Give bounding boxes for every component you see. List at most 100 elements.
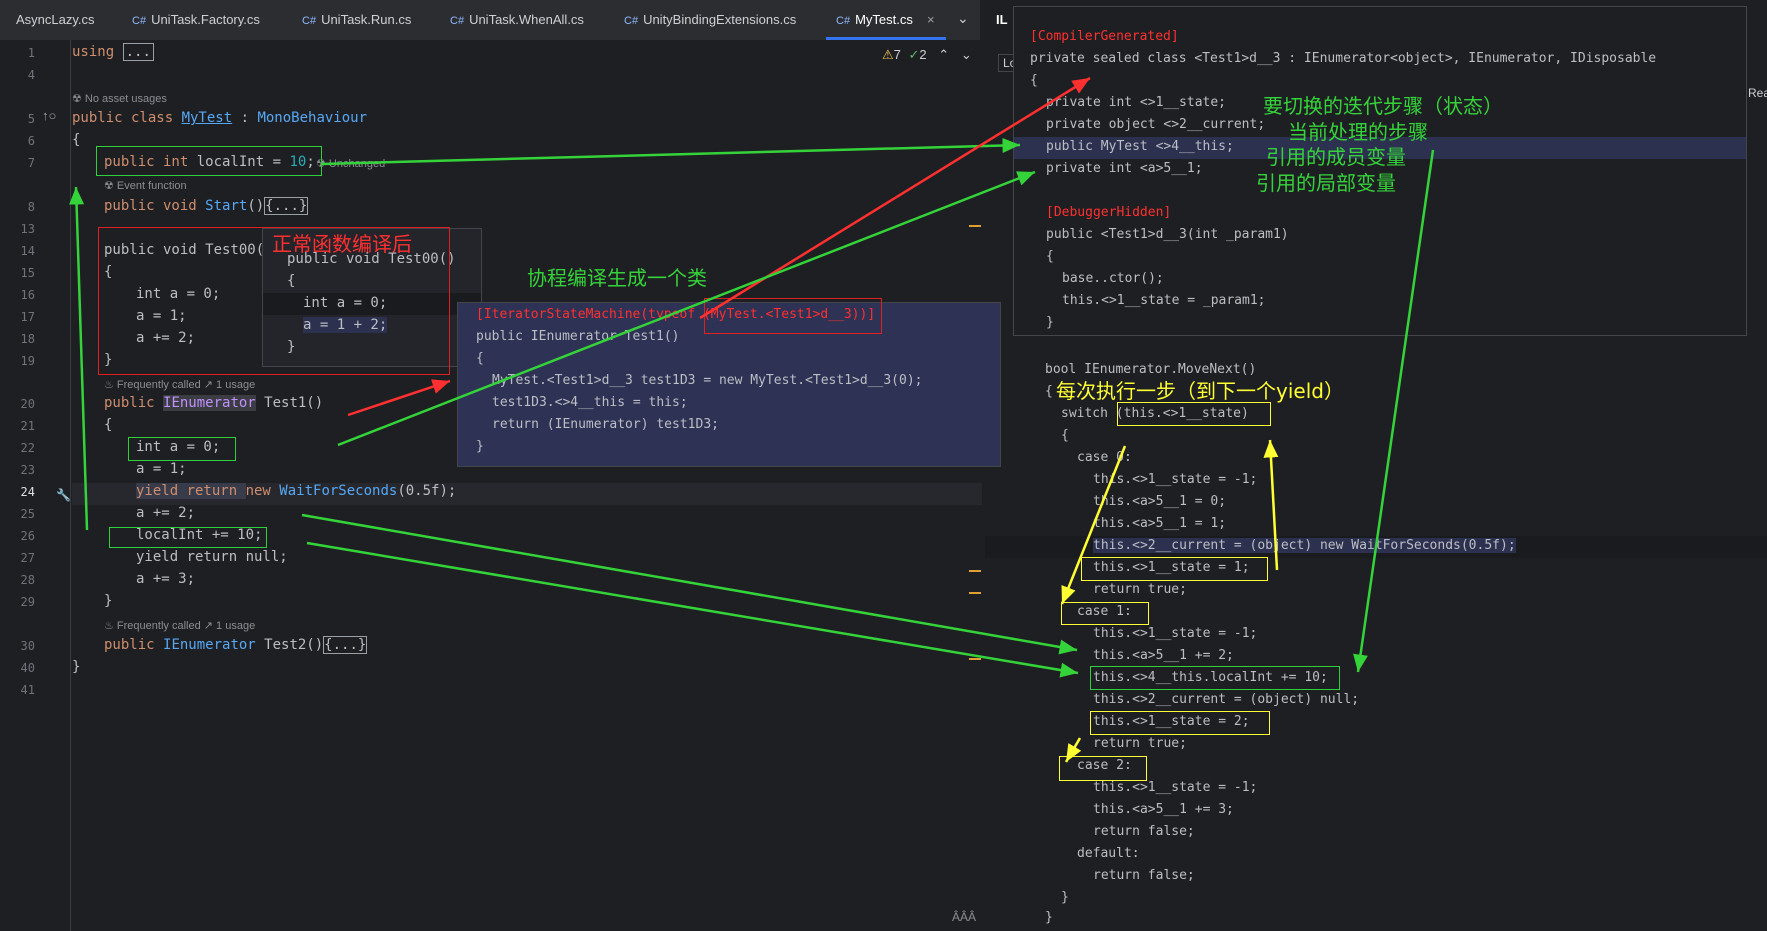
hint-text: No asset usages: [84, 93, 167, 105]
fold-marker[interactable]: ...: [122, 43, 154, 61]
gutter-divider: [70, 40, 71, 931]
tab-label: AsyncLazy.cs: [16, 12, 95, 27]
scroll-marker[interactable]: [969, 570, 981, 572]
il-line: this.<>1__state = -1;: [1093, 780, 1258, 795]
il-line: this.<a>5__1 += 3;: [1093, 802, 1234, 817]
line-number: 6: [27, 134, 35, 148]
code-hint: ♨ Frequently called ↗ 1 usage: [104, 378, 255, 391]
inspection-status[interactable]: ⚠7 ✓2 ⌃ ⌄: [882, 47, 972, 63]
il-line: public <Test1>d__3(int _param1): [1046, 227, 1289, 242]
line-number: 24: [20, 485, 35, 499]
method-name: Start: [205, 198, 248, 214]
wrench-icon[interactable]: 🔧: [56, 488, 71, 502]
hint-text[interactable]: 1 usage: [216, 379, 255, 391]
hint-text: Frequently called: [116, 379, 201, 391]
il-line: [CompilerGenerated]: [1030, 29, 1179, 44]
code-line-25: a += 2;: [136, 505, 196, 521]
tab-label: UniTask.Factory.cs: [151, 12, 260, 27]
highlight-box-case1: [1061, 602, 1149, 625]
il-line: public MyTest <>4__this;: [1046, 139, 1234, 154]
flame-icon: ♨: [104, 379, 117, 391]
arrow-localint-to-il: [306, 541, 1079, 678]
tab-label: UniTask.WhenAll.cs: [469, 12, 584, 27]
tab-label: UnityBindingExtensions.cs: [643, 12, 797, 27]
csharp-file-icon: C#: [302, 15, 317, 27]
il-line: {: [1045, 384, 1053, 399]
popup-line: MyTest.<Test1>d__3 test1D3 = new MyTest.…: [492, 373, 923, 388]
popup-line: test1D3.<>4__this = this;: [492, 395, 688, 410]
tab-mytest[interactable]: C# MyTest.cs: [836, 12, 913, 27]
arrow-localint-up: [69, 186, 89, 531]
line-number: 25: [20, 507, 35, 521]
keyword: public: [104, 395, 164, 411]
warning-count: 7: [893, 47, 901, 62]
tab-unitask-run[interactable]: C# UniTask.Run.cs: [302, 12, 411, 27]
scroll-marker[interactable]: [969, 592, 981, 594]
code-line-5: public class MyTest : MonoBehaviour: [72, 110, 367, 126]
type-name: WaitForSeconds: [279, 483, 398, 499]
implement-marker-icon[interactable]: ↑○: [42, 108, 56, 123]
type-name: IEnumerator: [163, 395, 256, 411]
il-line: return false;: [1093, 824, 1195, 839]
tab-label: UniTask.Run.cs: [321, 12, 412, 27]
active-tab-indicator: [826, 37, 946, 40]
check-count: 2: [919, 47, 927, 62]
line-number: 28: [20, 573, 35, 587]
csharp-file-icon: C#: [836, 15, 851, 27]
il-line: private int <>1__state;: [1046, 95, 1227, 110]
close-tab-icon[interactable]: ×: [927, 12, 935, 27]
il-line: return true;: [1093, 736, 1187, 751]
tab-unity-binding-extensions[interactable]: C# UnityBindingExtensions.cs: [624, 12, 796, 27]
fold-marker[interactable]: {...}: [264, 197, 309, 215]
arrow-localint-to-this: [321, 137, 1021, 166]
keyword: public: [104, 637, 164, 653]
line-number: 29: [20, 595, 35, 609]
line-number: 15: [20, 266, 35, 280]
line-number: 19: [20, 354, 35, 368]
tab-unitask-factory[interactable]: C# UniTask.Factory.cs: [132, 12, 260, 27]
code-line-20: public IEnumerator Test1(): [104, 395, 323, 411]
scroll-marker[interactable]: [969, 225, 981, 227]
reader-mode-icon[interactable]: ÂÂÂ: [952, 910, 976, 924]
line-number: 17: [20, 310, 35, 324]
keyword: new: [245, 483, 280, 499]
highlight-box-switch: [1117, 402, 1271, 426]
chevron-down-icon[interactable]: ⌄: [961, 47, 972, 62]
chevron-down-icon[interactable]: ⌄: [957, 10, 969, 27]
base-type: MonoBehaviour: [257, 110, 368, 126]
highlight-box-typeof: [704, 298, 882, 334]
il-line: return true;: [1093, 582, 1187, 597]
line-number: 16: [20, 288, 35, 302]
hint-text: Frequently called: [116, 620, 201, 632]
keyword: public void: [104, 198, 206, 214]
il-line: this.<>1__state = -1;: [1093, 626, 1258, 641]
il-line: this.<a>5__1 += 2;: [1093, 648, 1234, 663]
il-line: }: [1045, 910, 1053, 925]
chevron-up-icon[interactable]: ⌃: [938, 47, 949, 62]
line-number: 41: [20, 683, 35, 697]
scroll-marker[interactable]: [969, 658, 981, 660]
class-name: MyTest: [181, 110, 233, 126]
fold-marker[interactable]: {...}: [323, 636, 368, 654]
code-line-24: yield return new WaitForSeconds(0.5f);: [136, 483, 456, 499]
il-line: default:: [1077, 846, 1140, 861]
reader-mode-label[interactable]: Rea: [1748, 86, 1767, 100]
tab-unitask-whenall[interactable]: C# UniTask.WhenAll.cs: [450, 12, 584, 27]
code-line-30: public IEnumerator Test2(){...}: [104, 636, 368, 654]
il-line: private sealed class <Test1>d__3 : IEnum…: [1030, 51, 1657, 66]
line-number: 26: [20, 529, 35, 543]
line-number: 27: [20, 551, 35, 565]
arrow-test1-to-popup: [347, 379, 451, 417]
code-line-6: {: [72, 132, 81, 148]
il-line: this.<>2__current = (object) new WaitFor…: [1093, 538, 1516, 553]
hint-text[interactable]: 1 usage: [216, 620, 255, 632]
highlight-box-this-localint: [1090, 666, 1340, 690]
line-number: 7: [27, 156, 35, 170]
annotation-member-ref: 引用的成员变量: [1266, 145, 1406, 169]
il-line: this.<>2__current = (object) null;: [1093, 692, 1360, 707]
hint-text: Unchanged: [328, 158, 386, 170]
highlight-box-localint: [96, 146, 322, 176]
warning-icon: ⚠: [882, 47, 894, 62]
tab-asynclazy[interactable]: AsyncLazy.cs: [16, 12, 95, 27]
code-text: Test1(): [255, 395, 324, 411]
